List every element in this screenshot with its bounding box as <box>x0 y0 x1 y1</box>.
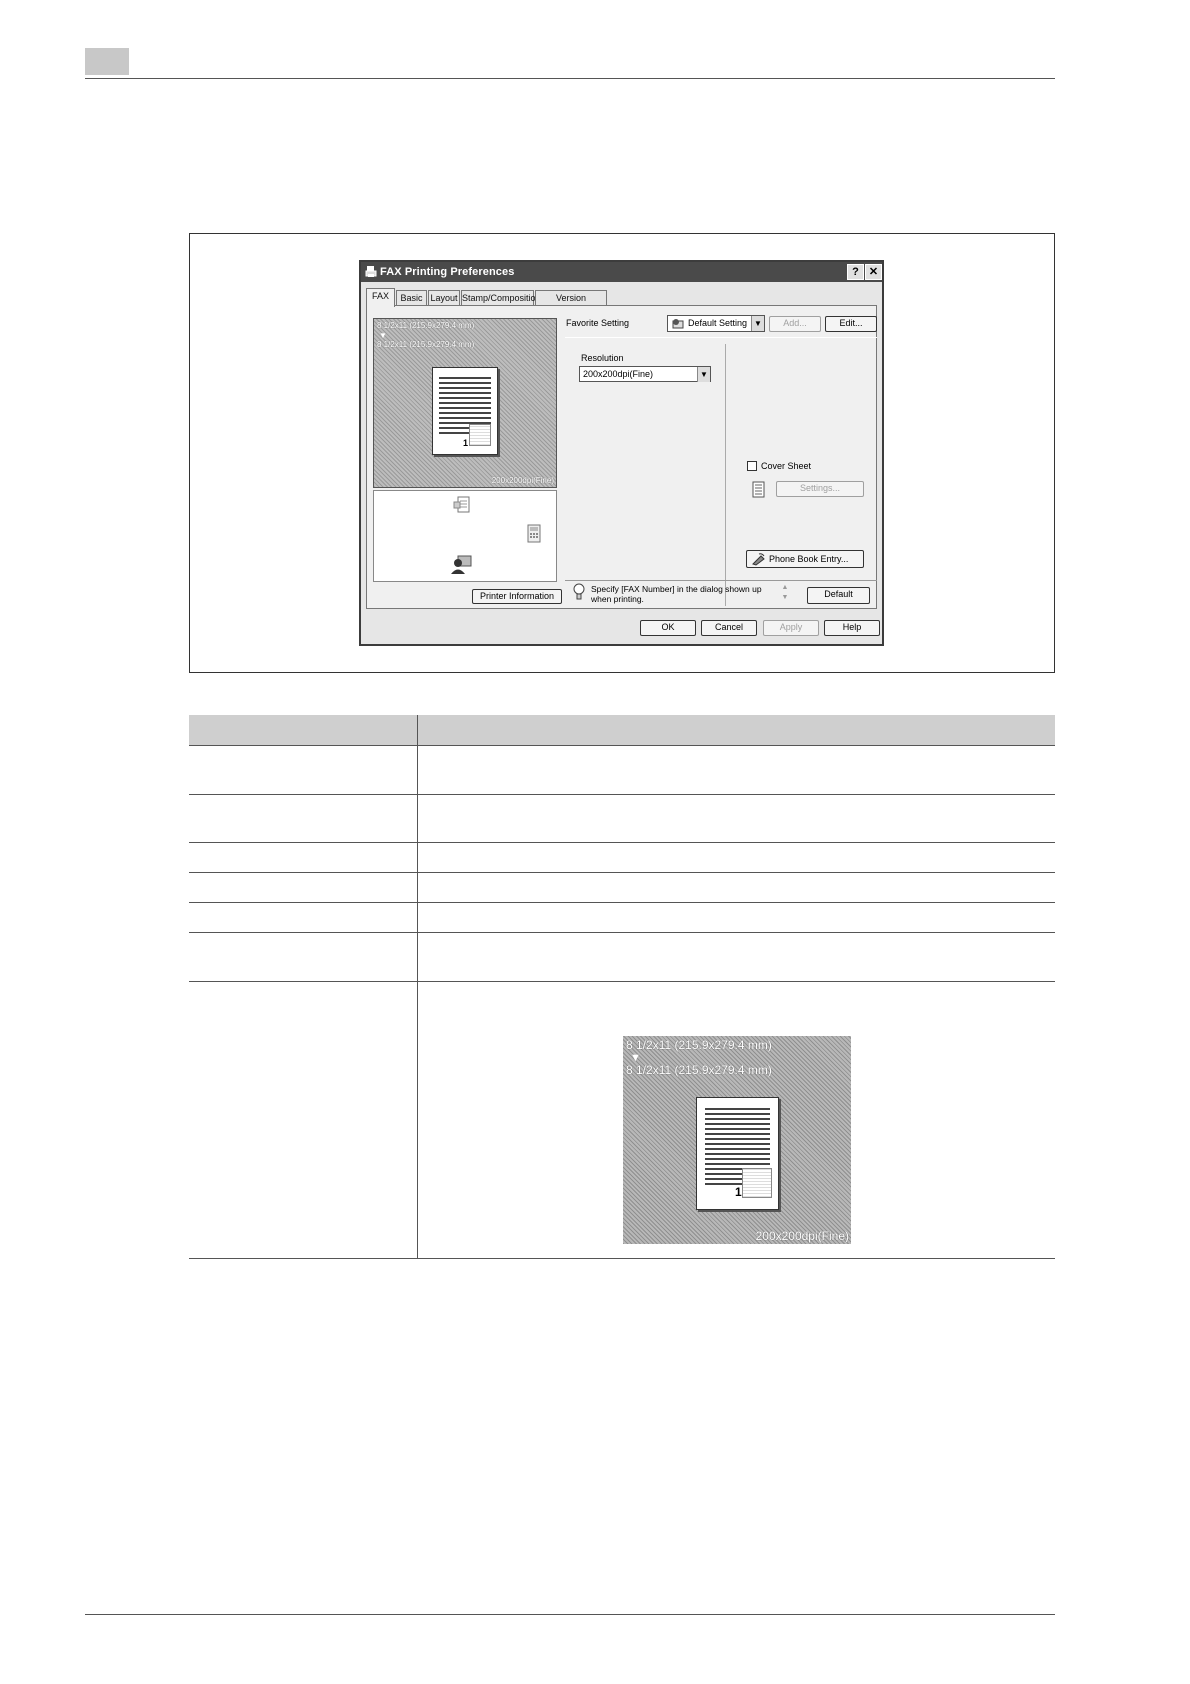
table-row-divider <box>189 932 1055 933</box>
dialog-title: FAX Printing Preferences <box>380 266 515 278</box>
cover-sheet-icon <box>752 481 765 498</box>
help-title-button[interactable]: ? <box>847 264 864 280</box>
ok-button[interactable]: OK <box>640 620 696 636</box>
page-preview: 1 <box>696 1097 779 1210</box>
resolution-select[interactable]: 200x200dpi(Fine) ▼ <box>579 366 711 382</box>
chapter-badge <box>85 48 129 75</box>
page-number: 1 <box>463 438 469 448</box>
tab-basic[interactable]: Basic <box>396 290 427 306</box>
footer-rule <box>85 1614 1055 1615</box>
favorite-setting-label: Favorite Setting <box>566 318 630 328</box>
table-header <box>189 715 1055 745</box>
resolution-label: Resolution <box>581 353 624 363</box>
device-preview <box>373 490 557 582</box>
recipients-icon <box>451 555 472 574</box>
apply-button[interactable]: Apply <box>763 620 819 636</box>
phone-book-entry-button[interactable]: Phone Book Entry... <box>746 550 864 568</box>
cancel-button[interactable]: Cancel <box>701 620 757 636</box>
dialog-titlebar[interactable]: FAX Printing Preferences ? ✕ <box>361 262 882 282</box>
paper-size-original: 8 1/2x11 (215.9x279.4 mm) <box>626 1038 772 1052</box>
fax-document-icon <box>453 496 470 513</box>
edit-favorite-button[interactable]: Edit... <box>825 316 877 332</box>
lightbulb-icon <box>573 583 585 600</box>
tab-stamp-composition[interactable]: Stamp/Composition <box>461 290 541 306</box>
hint-scroll[interactable]: ▲ ▼ <box>780 583 790 605</box>
add-favorite-button[interactable]: Add... <box>769 316 821 332</box>
table-row-divider <box>189 872 1055 873</box>
paper-size-output: 8 1/2x11 (215.9x279.4 mm) <box>377 340 475 349</box>
cover-sheet-settings-button[interactable]: Settings... <box>776 481 864 497</box>
default-button[interactable]: Default <box>807 587 870 604</box>
resolution-readout: 200x200dpi(Fine) <box>491 476 554 485</box>
table-row-divider <box>189 981 1055 982</box>
phone-book-entry-label: Phone Book Entry... <box>769 554 849 564</box>
hint-divider <box>565 580 877 581</box>
header-rule <box>85 78 1055 79</box>
printer-information-button[interactable]: Printer Information <box>472 589 562 604</box>
table-bottom-rule <box>189 1258 1055 1259</box>
table-column-divider <box>417 715 418 1258</box>
tab-fax[interactable]: FAX <box>366 288 395 307</box>
cover-sheet-label: Cover Sheet <box>761 461 812 471</box>
fax-machine-icon <box>527 524 541 543</box>
resolution-value: 200x200dpi(Fine) <box>583 369 654 379</box>
table-row-divider <box>189 902 1055 903</box>
help-button[interactable]: Help <box>824 620 880 636</box>
chevron-down-icon[interactable]: ▼ <box>751 316 764 331</box>
printer-icon <box>365 266 377 277</box>
page-preview: 1 <box>432 367 498 455</box>
tab-version-information[interactable]: Version Information <box>535 290 607 317</box>
favorite-divider <box>565 337 877 338</box>
chevron-down-icon[interactable]: ▼ <box>697 367 710 382</box>
composition-overlay <box>742 1168 772 1198</box>
cover-sheet-checkbox[interactable] <box>747 461 757 471</box>
phone-book-icon <box>752 553 765 566</box>
hint-text: Specify [FAX Number] in the dialog shown… <box>591 584 762 604</box>
close-title-button[interactable]: ✕ <box>865 264 882 280</box>
paper-size-output: 8 1/2x11 (215.9x279.4 mm) <box>626 1063 772 1077</box>
table-row-divider <box>189 745 1055 746</box>
favorite-icon <box>672 319 684 329</box>
favorite-setting-value: Default Setting <box>688 318 748 328</box>
fax-printing-preferences-dialog: FAX Printing Preferences ? ✕ FAX Basic L… <box>359 260 884 646</box>
tab-layout[interactable]: Layout <box>428 290 460 306</box>
page-number: 1 <box>735 1185 742 1199</box>
table-row-divider <box>189 842 1055 843</box>
down-arrow-icon: ▼ <box>379 331 387 340</box>
favorite-setting-select[interactable]: Default Setting ▼ <box>667 315 765 332</box>
composition-overlay <box>469 424 491 446</box>
settings-preview: 8 1/2x11 (215.9x279.4 mm) ▼ 8 1/2x11 (21… <box>373 318 557 488</box>
vertical-divider <box>725 344 726 606</box>
table-row-divider <box>189 794 1055 795</box>
paper-size-original: 8 1/2x11 (215.9x279.4 mm) <box>377 321 475 330</box>
settings-preview-large: 8 1/2x11 (215.9x279.4 mm) ▼ 8 1/2x11 (21… <box>623 1036 851 1244</box>
resolution-readout: 200x200dpi(Fine) <box>755 1229 849 1243</box>
